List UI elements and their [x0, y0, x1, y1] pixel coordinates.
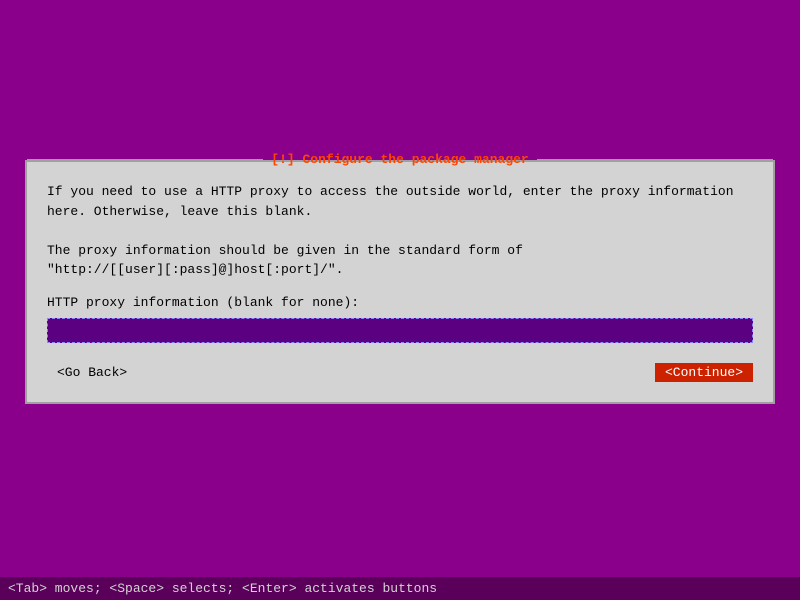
dialog-titlebar: [!] Configure the package manager	[27, 152, 773, 167]
description-text: If you need to use a HTTP proxy to acces…	[47, 182, 753, 280]
proxy-input[interactable]	[54, 323, 746, 338]
dialog-title: [!] Configure the package manager	[263, 152, 536, 167]
go-back-button[interactable]: <Go Back>	[47, 363, 137, 382]
dialog: [!] Configure the package manager If you…	[25, 160, 775, 404]
status-bar: <Tab> moves; <Space> selects; <Enter> ac…	[0, 577, 800, 600]
title-line-left	[27, 159, 263, 161]
buttons-row: <Go Back> <Continue>	[47, 358, 753, 387]
desc-line4: The proxy information should be given in…	[47, 243, 523, 258]
proxy-input-container[interactable]	[47, 318, 753, 343]
desc-line1: If you need to use a HTTP proxy to acces…	[47, 184, 734, 199]
continue-button[interactable]: <Continue>	[655, 363, 753, 382]
desc-line5: "http://[[user][:pass]@]host[:port]/".	[47, 262, 343, 277]
dialog-content: If you need to use a HTTP proxy to acces…	[27, 167, 773, 402]
desc-line2: here. Otherwise, leave this blank.	[47, 204, 312, 219]
title-line-right	[537, 159, 773, 161]
status-text: <Tab> moves; <Space> selects; <Enter> ac…	[8, 581, 437, 596]
proxy-label: HTTP proxy information (blank for none):	[47, 295, 753, 310]
